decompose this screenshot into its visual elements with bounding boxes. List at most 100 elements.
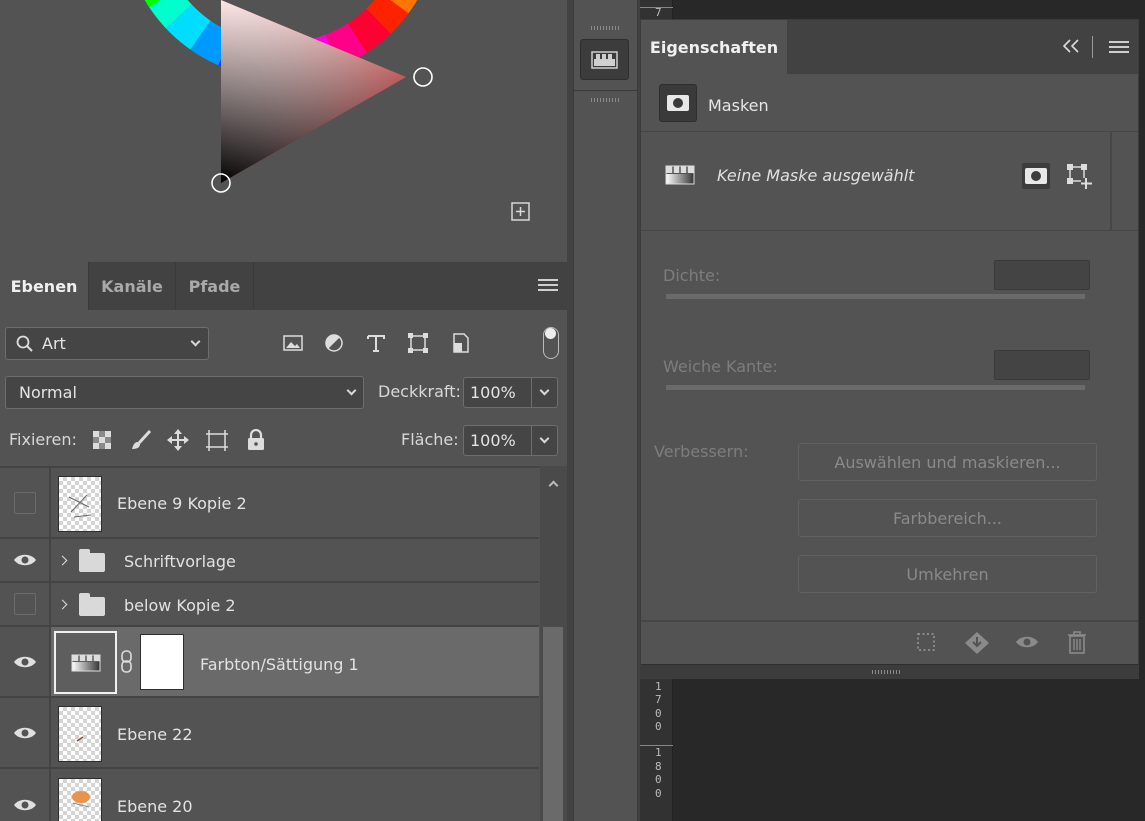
ruler-label: 7 <box>655 6 662 19</box>
visibility-toggle[interactable] <box>0 698 51 767</box>
divider <box>641 131 1138 132</box>
tab-channels[interactable]: Kanäle <box>89 262 176 310</box>
tab-paths[interactable]: Pfade <box>176 262 254 310</box>
visibility-toggle[interactable] <box>0 583 51 625</box>
load-selection-icon[interactable] <box>916 632 936 652</box>
density-field <box>994 260 1090 290</box>
layer-thumbnail <box>58 706 102 762</box>
ruler-label: 0 <box>655 787 662 800</box>
expand-arrow-icon[interactable] <box>57 599 68 610</box>
add-pixel-mask-button[interactable] <box>1022 163 1050 189</box>
visibility-toggle[interactable] <box>0 769 51 821</box>
filter-toggle-switch[interactable] <box>543 327 559 359</box>
layer-thumbnail <box>58 476 102 532</box>
mask-type-icon <box>659 84 697 122</box>
apply-mask-icon[interactable] <box>964 631 990 655</box>
panel-menu-icon[interactable] <box>538 279 558 293</box>
dock-grip[interactable] <box>591 98 621 102</box>
lock-pixels-brush-icon[interactable] <box>129 428 153 452</box>
properties-icon <box>591 51 618 69</box>
color-range-button[interactable]: Farbbereich... <box>798 499 1097 537</box>
hidden-visibility-box[interactable] <box>13 593 36 615</box>
opacity-value: 100% <box>470 383 516 402</box>
layer-row[interactable]: Ebene 20 <box>0 769 539 821</box>
layer-name[interactable]: Farbton/Sättigung 1 <box>200 655 359 674</box>
image-filter-icon[interactable] <box>281 331 305 355</box>
resize-grip[interactable] <box>872 670 902 674</box>
tab-properties[interactable]: Eigenschaften <box>641 20 787 74</box>
ruler-label: 7 <box>655 693 662 706</box>
chevron-down-icon[interactable] <box>539 385 550 396</box>
lock-label: Fixieren: <box>9 430 77 449</box>
folder-icon <box>79 549 105 572</box>
adjustment-filter-icon[interactable] <box>322 331 346 355</box>
layer-filter-select[interactable]: Art <box>5 327 209 360</box>
visibility-toggle[interactable] <box>0 539 51 581</box>
chevron-down-icon <box>346 385 357 396</box>
layer-row[interactable]: Ebene 9 Kopie 2 <box>0 468 539 539</box>
no-mask-text: Keine Maske ausgewählt <box>717 166 915 185</box>
ruler-label: 1 <box>655 680 662 693</box>
properties-footer <box>641 620 1138 664</box>
blend-mode-select[interactable]: Normal <box>5 376 364 409</box>
chain-link-icon[interactable] <box>120 650 134 674</box>
layer-mask-thumbnail[interactable] <box>140 634 184 690</box>
layer-group-row[interactable]: below Kopie 2 <box>0 583 539 627</box>
adjustment-thumbnail[interactable] <box>54 631 117 694</box>
layer-name[interactable]: Ebene 20 <box>117 797 193 816</box>
properties-dock-button[interactable] <box>580 39 629 80</box>
hue-saturation-icon <box>665 165 695 185</box>
fill-field[interactable]: 100% <box>463 425 558 456</box>
panel-resize-bar[interactable] <box>641 664 1138 678</box>
layers-tab-bar: Ebenen Kanäle Pfade <box>0 262 567 310</box>
vector-mask-icon <box>1067 164 1092 189</box>
panel-menu-icon[interactable] <box>1109 41 1129 55</box>
scrollbar-thumb[interactable] <box>543 627 563 821</box>
layer-name[interactable]: Ebene 22 <box>117 725 193 744</box>
trash-icon[interactable] <box>1067 631 1087 655</box>
hue-handle[interactable] <box>413 67 433 87</box>
chevron-down-icon[interactable] <box>539 433 550 444</box>
density-slider <box>666 294 1085 299</box>
feather-slider <box>666 385 1085 390</box>
layer-name[interactable]: Schriftvorlage <box>124 552 236 571</box>
lock-all-icon[interactable] <box>244 428 268 452</box>
collapse-panel-icon[interactable] <box>1061 38 1081 54</box>
tab-layers[interactable]: Ebenen <box>0 262 89 310</box>
hidden-visibility-box[interactable] <box>13 491 36 514</box>
opacity-field[interactable]: 100% <box>463 377 558 408</box>
add-vector-mask-button[interactable] <box>1065 162 1095 192</box>
add-swatch-icon[interactable] <box>511 202 530 221</box>
lock-position-move-icon[interactable] <box>166 428 190 452</box>
visibility-toggle[interactable] <box>0 468 51 537</box>
divider <box>641 230 1138 231</box>
search-icon <box>16 335 33 352</box>
visibility-toggle[interactable] <box>0 627 51 696</box>
ruler-label: 0 <box>655 720 662 733</box>
eye-icon[interactable] <box>13 552 37 568</box>
hue-saturation-icon <box>71 654 101 672</box>
eye-icon[interactable] <box>13 797 37 813</box>
ruler-label: 1 <box>655 746 662 759</box>
opacity-label: Deckkraft: <box>378 382 461 401</box>
dock-grip[interactable] <box>591 26 621 30</box>
invert-button[interactable]: Umkehren <box>798 555 1097 593</box>
select-and-mask-button[interactable]: Auswählen und maskieren... <box>798 443 1097 481</box>
eye-icon[interactable] <box>13 725 37 741</box>
shape-filter-icon[interactable] <box>406 331 430 355</box>
layer-name[interactable]: Ebene 9 Kopie 2 <box>117 494 247 513</box>
expand-arrow-icon[interactable] <box>57 555 68 566</box>
layer-name[interactable]: below Kopie 2 <box>124 596 236 615</box>
layer-row-selected[interactable]: Farbton/Sättigung 1 <box>0 627 539 698</box>
fill-value: 100% <box>470 431 516 450</box>
layer-row[interactable]: Ebene 22 <box>0 698 539 769</box>
eye-icon[interactable] <box>1015 634 1039 650</box>
lock-artboard-icon[interactable] <box>205 428 229 452</box>
type-filter-icon[interactable] <box>364 331 388 355</box>
collapsed-panel-dock <box>573 0 638 821</box>
layer-group-row[interactable]: Schriftvorlage <box>0 539 539 583</box>
eye-icon[interactable] <box>13 654 37 670</box>
color-picker-wheel[interactable] <box>0 0 567 258</box>
lock-transparency-icon[interactable] <box>90 428 114 452</box>
smart-object-filter-icon[interactable] <box>449 331 473 355</box>
